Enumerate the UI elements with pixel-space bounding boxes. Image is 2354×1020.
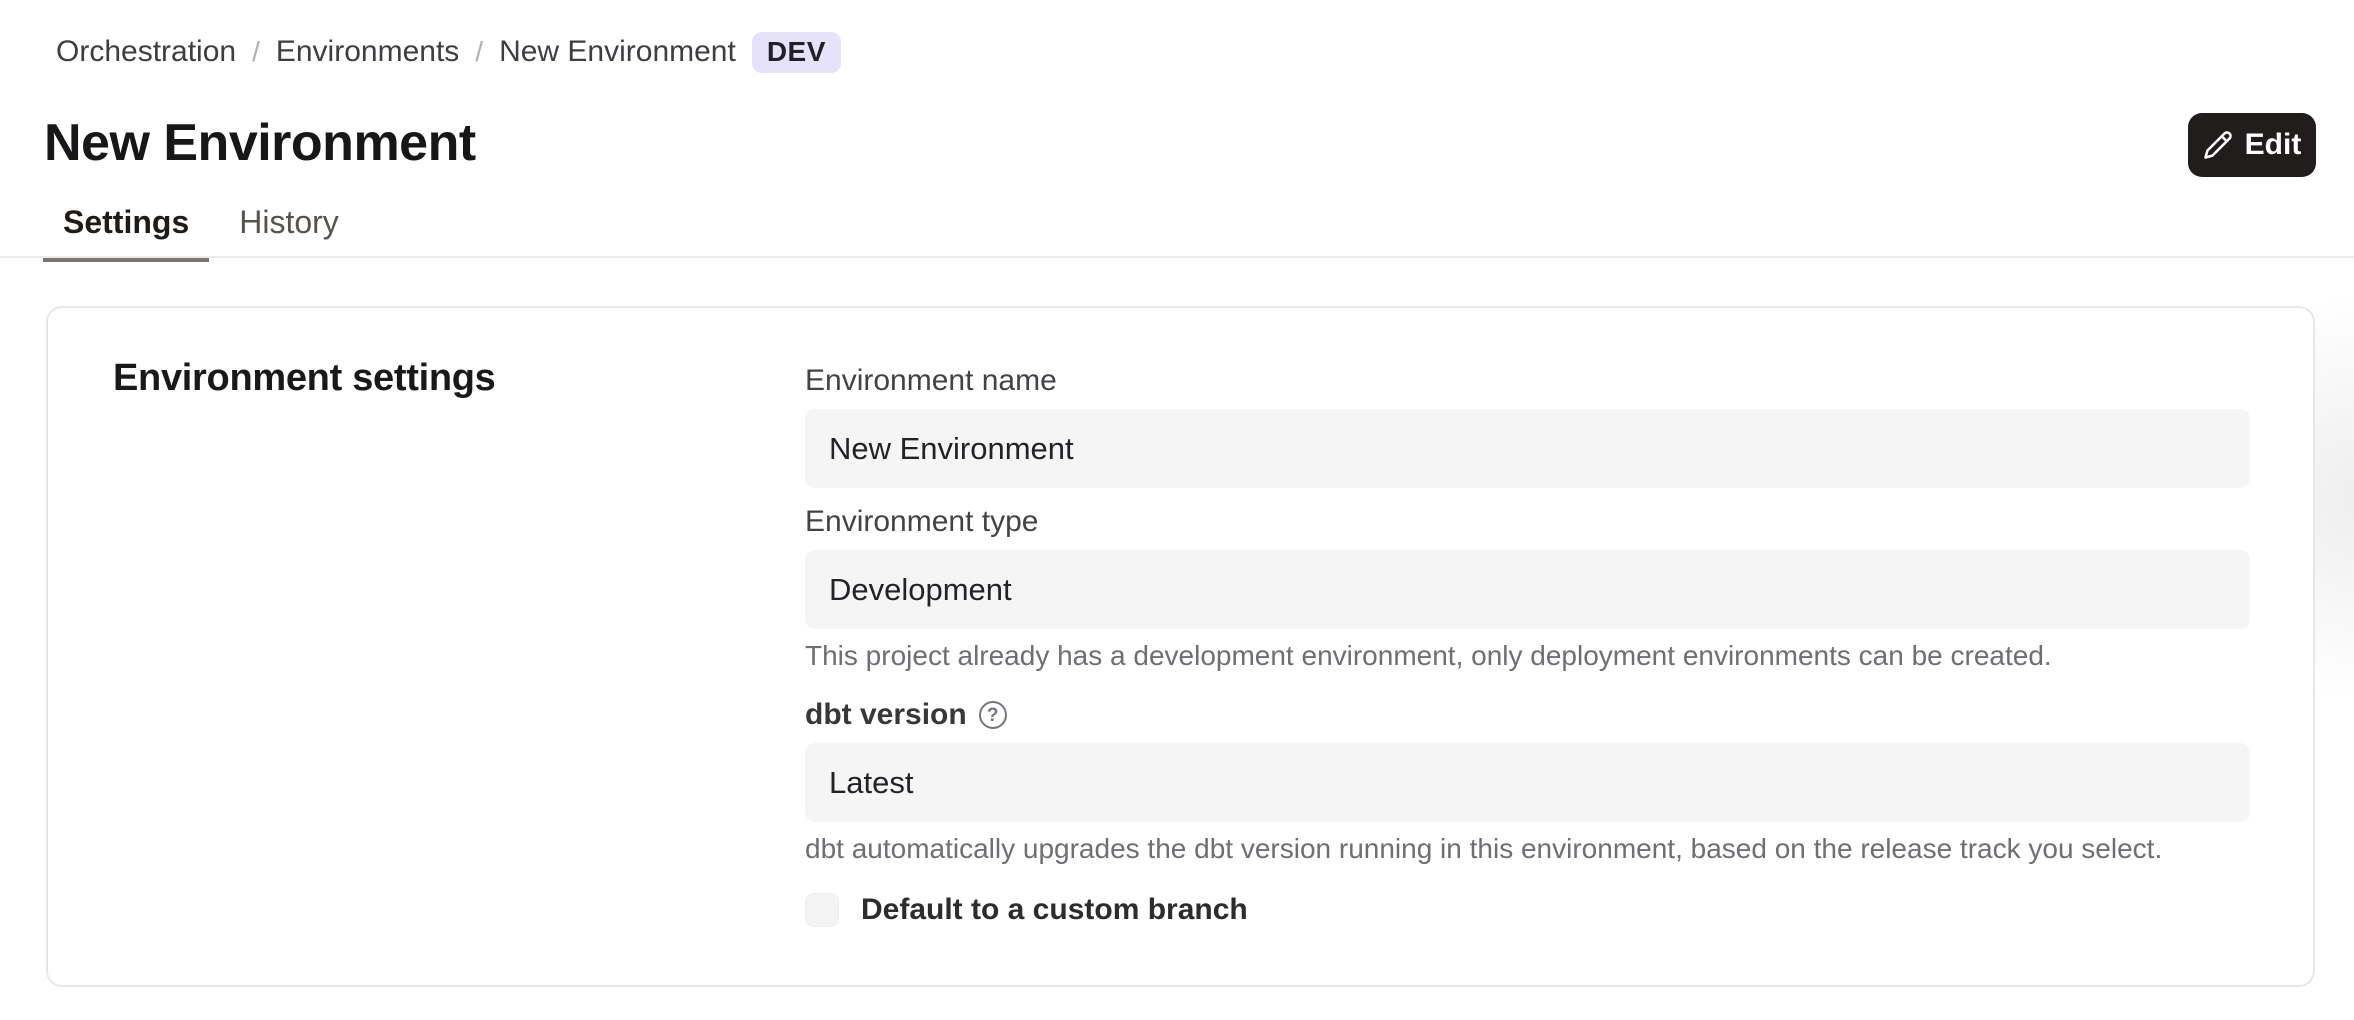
environment-name-value: New Environment	[829, 431, 1074, 467]
help-icon[interactable]: ?	[979, 701, 1007, 729]
tab-bar: Settings History	[43, 202, 359, 262]
breadcrumb-separator: /	[475, 36, 483, 68]
breadcrumb-orchestration[interactable]: Orchestration	[56, 35, 236, 69]
dbt-version-helper: dbt automatically upgrades the dbt versi…	[805, 831, 2250, 867]
custom-branch-checkbox[interactable]	[805, 893, 839, 927]
breadcrumb-environments[interactable]: Environments	[276, 35, 459, 69]
settings-form: Environment name New Environment Environ…	[805, 362, 2250, 927]
environment-type-field[interactable]: Development	[805, 550, 2250, 629]
custom-branch-row: Default to a custom branch	[805, 893, 2250, 927]
edit-button-label: Edit	[2245, 128, 2302, 162]
environment-name-field[interactable]: New Environment	[805, 409, 2250, 488]
environment-type-helper: This project already has a development e…	[805, 638, 2250, 674]
new-environment-page: Orchestration / Environments / New Envir…	[0, 0, 2354, 1020]
card-heading: Environment settings	[113, 354, 496, 402]
custom-branch-label[interactable]: Default to a custom branch	[861, 893, 1248, 927]
breadcrumb-current-page: New Environment	[499, 35, 736, 69]
environment-type-label: Environment type	[805, 503, 2250, 541]
dbt-version-label: dbt version ?	[805, 696, 2250, 734]
dbt-version-value: Latest	[829, 765, 913, 801]
environment-dev-badge: DEV	[752, 32, 841, 73]
page-title: New Environment	[44, 112, 476, 174]
tab-bar-divider	[0, 256, 2354, 258]
environment-name-label: Environment name	[805, 362, 2250, 400]
environment-type-value: Development	[829, 572, 1012, 608]
pencil-icon	[2203, 130, 2233, 160]
environment-settings-card: Environment settings Environment name Ne…	[46, 306, 2315, 987]
dbt-version-field[interactable]: Latest	[805, 743, 2250, 822]
tab-history[interactable]: History	[219, 202, 359, 262]
breadcrumb-separator: /	[252, 36, 260, 68]
breadcrumb: Orchestration / Environments / New Envir…	[56, 30, 841, 74]
edit-button[interactable]: Edit	[2188, 113, 2316, 177]
tab-settings[interactable]: Settings	[43, 202, 209, 262]
